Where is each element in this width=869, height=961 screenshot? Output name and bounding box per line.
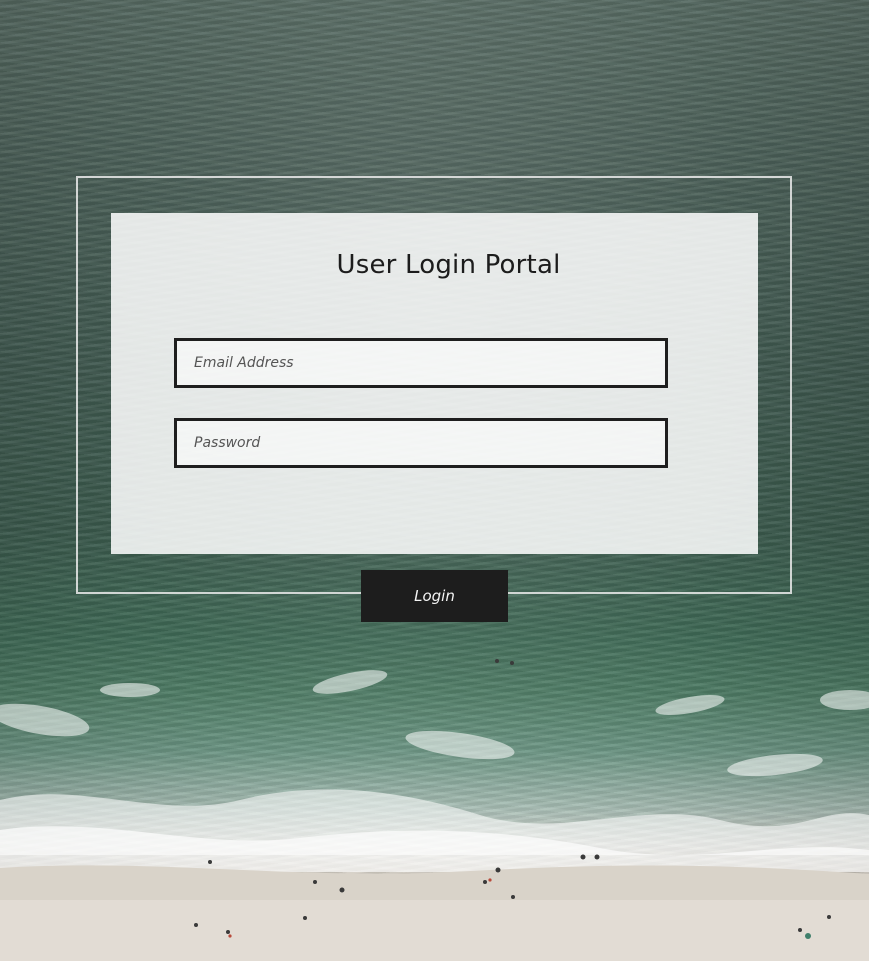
page-title: User Login Portal (336, 250, 561, 280)
login-button[interactable]: Login (361, 570, 508, 622)
email-field[interactable] (174, 338, 668, 388)
password-field[interactable] (174, 418, 668, 468)
